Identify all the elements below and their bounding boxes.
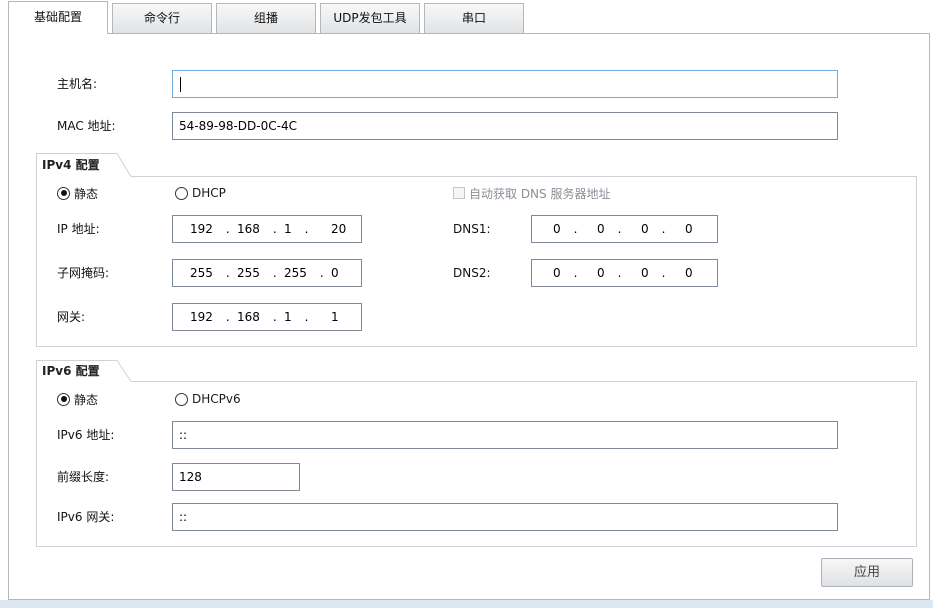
- ip-octet-1[interactable]: 192.: [190, 222, 237, 236]
- dns2-input[interactable]: 0. 0. 0. 0: [531, 259, 718, 287]
- octet-separator: .: [272, 266, 277, 280]
- gateway-input[interactable]: 192. 168. 1. 1: [172, 303, 362, 331]
- dns1-octet-1[interactable]: 0.: [553, 222, 597, 236]
- octet-separator: .: [225, 310, 230, 324]
- prefix-length-input[interactable]: [172, 463, 300, 491]
- ip-octet-2[interactable]: 168.: [237, 222, 284, 236]
- octet-value: 0: [641, 266, 649, 280]
- octet-separator: .: [661, 266, 666, 280]
- octet-value: 192: [190, 310, 213, 324]
- octet-value: 168: [237, 222, 260, 236]
- octet-value: 0: [685, 222, 693, 236]
- ipv4-dhcp-radio[interactable]: DHCP: [175, 185, 226, 201]
- auto-dns-label: 自动获取 DNS 服务器地址: [469, 186, 611, 201]
- dns2-octet-4[interactable]: 0: [685, 266, 729, 280]
- octet-value: 168: [237, 310, 260, 324]
- octet-value: 255: [284, 266, 307, 280]
- octet-separator: .: [617, 222, 622, 236]
- octet-separator: .: [319, 266, 324, 280]
- mask-octet-2[interactable]: 255.: [237, 266, 284, 280]
- auto-dns-checkbox[interactable]: 自动获取 DNS 服务器地址: [453, 185, 610, 201]
- prefix-length-label: 前缀长度:: [57, 470, 110, 484]
- ip-octet-4[interactable]: 20: [331, 222, 378, 236]
- octet-value: 20: [331, 222, 347, 236]
- ipv4-static-radio[interactable]: 静态: [57, 185, 98, 201]
- ipv6-group-title: IPv6 配置: [42, 364, 100, 378]
- octet-value: 1: [331, 310, 339, 324]
- dns2-label: DNS2:: [453, 266, 491, 280]
- subnet-mask-input[interactable]: 255. 255. 255. 0: [172, 259, 362, 287]
- gateway-octet-1[interactable]: 192.: [190, 310, 237, 324]
- mac-address-input[interactable]: [172, 112, 838, 140]
- radio-indicator[interactable]: [175, 392, 188, 406]
- radio-indicator[interactable]: [175, 186, 188, 200]
- octet-value: 192: [190, 222, 213, 236]
- mask-octet-3[interactable]: 255.: [284, 266, 331, 280]
- mac-label: MAC 地址:: [57, 119, 116, 133]
- ipv4-group-title: IPv4 配置: [42, 158, 100, 172]
- gateway-octet-4[interactable]: 1: [331, 310, 378, 324]
- ipv6-gateway-input[interactable]: [172, 503, 838, 531]
- octet-value: 255: [190, 266, 213, 280]
- ipv6-static-radio[interactable]: 静态: [57, 391, 98, 407]
- radio-indicator[interactable]: [57, 186, 70, 200]
- ipv4-static-label: 静态: [74, 186, 99, 201]
- octet-separator: .: [304, 310, 309, 324]
- ip-octet-3[interactable]: 1.: [284, 222, 331, 236]
- dns1-label: DNS1:: [453, 222, 491, 236]
- ipv6-dhcpv6-radio[interactable]: DHCPv6: [175, 391, 241, 407]
- octet-separator: .: [661, 222, 666, 236]
- ipv4-dhcp-label: DHCP: [192, 186, 226, 200]
- dns2-octet-1[interactable]: 0.: [553, 266, 597, 280]
- subnet-mask-label: 子网掩码:: [57, 266, 110, 280]
- dns1-octet-4[interactable]: 0: [685, 222, 729, 236]
- octet-value: 0: [597, 222, 605, 236]
- octet-separator: .: [573, 266, 578, 280]
- config-form: 主机名: MAC 地址: IPv4 配置 静态 DHCP 自动获取 DNS 服务…: [0, 0, 933, 608]
- octet-separator: .: [272, 222, 277, 236]
- ipv4-group-frame: [36, 153, 917, 347]
- dns1-octet-2[interactable]: 0.: [597, 222, 641, 236]
- gateway-octet-3[interactable]: 1.: [284, 310, 331, 324]
- hostname-label: 主机名:: [57, 77, 98, 91]
- text-caret: [180, 77, 181, 92]
- octet-value: 0: [553, 222, 561, 236]
- octet-value: 0: [597, 266, 605, 280]
- octet-value: 0: [685, 266, 693, 280]
- dns1-input[interactable]: 0. 0. 0. 0: [531, 215, 718, 243]
- dns1-octet-3[interactable]: 0.: [641, 222, 685, 236]
- octet-separator: .: [225, 266, 230, 280]
- hostname-input[interactable]: [172, 70, 838, 98]
- octet-separator: .: [573, 222, 578, 236]
- ip-address-input[interactable]: 192. 168. 1. 20: [172, 215, 362, 243]
- ipv6-static-label: 静态: [74, 392, 99, 407]
- ipv6-address-label: IPv6 地址:: [57, 428, 115, 442]
- mask-octet-1[interactable]: 255.: [190, 266, 237, 280]
- apply-button[interactable]: 应用: [821, 558, 913, 587]
- octet-value: 0: [553, 266, 561, 280]
- octet-separator: .: [617, 266, 622, 280]
- octet-value: 0: [641, 222, 649, 236]
- octet-separator: .: [225, 222, 230, 236]
- ipv6-address-input[interactable]: [172, 421, 838, 449]
- ipv6-gateway-label: IPv6 网关:: [57, 510, 115, 524]
- octet-separator: .: [272, 310, 277, 324]
- radio-indicator[interactable]: [57, 392, 70, 406]
- mask-octet-4[interactable]: 0: [331, 266, 378, 280]
- checkbox-indicator[interactable]: [453, 187, 465, 199]
- dns2-octet-2[interactable]: 0.: [597, 266, 641, 280]
- gateway-label: 网关:: [57, 310, 86, 324]
- octet-value: 0: [331, 266, 339, 280]
- octet-separator: .: [304, 222, 309, 236]
- octet-value: 1: [284, 222, 292, 236]
- gateway-octet-2[interactable]: 168.: [237, 310, 284, 324]
- octet-value: 255: [237, 266, 260, 280]
- ip-address-label: IP 地址:: [57, 222, 100, 236]
- ipv6-dhcpv6-label: DHCPv6: [192, 392, 241, 406]
- octet-value: 1: [284, 310, 292, 324]
- dns2-octet-3[interactable]: 0.: [641, 266, 685, 280]
